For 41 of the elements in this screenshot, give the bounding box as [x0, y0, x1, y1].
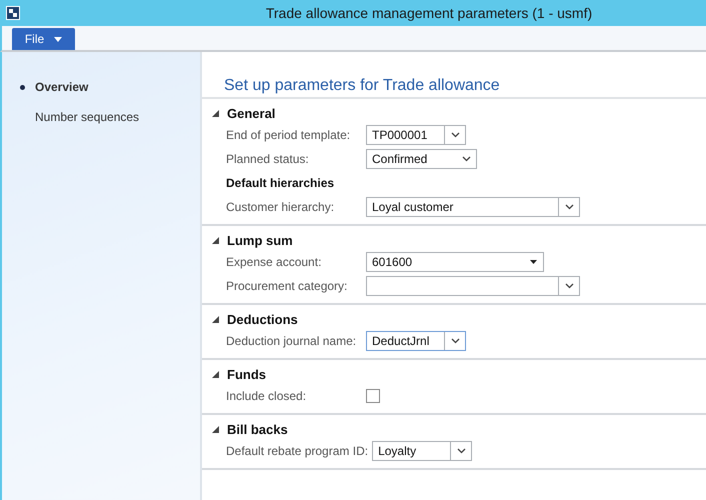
- chevron-down-icon: [450, 338, 460, 344]
- combo-field[interactable]: TP000001: [366, 125, 466, 145]
- collapse-icon[interactable]: [212, 110, 219, 116]
- chevron-down-icon: [450, 132, 460, 138]
- dropdown-field[interactable]: Confirmed: [366, 149, 477, 169]
- collapse-icon[interactable]: [212, 426, 219, 432]
- section-title: Deductions: [227, 312, 298, 326]
- field-label: Procurement category:: [226, 279, 348, 293]
- section-title: Bill backs: [227, 422, 288, 436]
- field-label: Planned status:: [226, 152, 310, 166]
- section-title: Lump sum: [227, 232, 293, 248]
- combo-field[interactable]: DeductJrnl: [366, 331, 466, 351]
- field-label: Expense account:: [226, 255, 322, 269]
- field-label: Include closed:: [226, 389, 308, 403]
- chevron-down-icon: [564, 283, 574, 289]
- field-label: Customer hierarchy:: [226, 200, 336, 214]
- window-title: Trade allowance management parameters (1 - usmf): [264, 5, 594, 21]
- combo-field[interactable]: Loyal customer: [366, 197, 580, 217]
- field-label: Deduction journal name:: [226, 334, 358, 348]
- combo-field[interactable]: Loyalty: [372, 441, 472, 461]
- collapse-icon[interactable]: [212, 236, 219, 244]
- section-title: Funds: [227, 366, 266, 382]
- section-title: General: [227, 106, 276, 120]
- lookup-field[interactable]: 601600: [366, 252, 544, 272]
- sidebar-item[interactable]: Number sequences: [2, 102, 200, 132]
- subheading: Default hierarchies: [226, 176, 334, 190]
- collapse-icon[interactable]: [212, 370, 219, 378]
- page-title: Set up parameters for Trade allowance: [202, 52, 706, 99]
- chevron-down-icon: [462, 156, 470, 162]
- app-icon: [6, 6, 20, 20]
- caret-icon: [54, 36, 62, 42]
- chevron-down-icon: [564, 204, 574, 210]
- file-menu-button[interactable]: File: [12, 28, 75, 50]
- dropdown-arrow-icon: [530, 260, 536, 264]
- sidebar-item[interactable]: Overview: [2, 72, 200, 102]
- combo-field[interactable]: [366, 276, 580, 296]
- collapse-icon[interactable]: [212, 316, 219, 322]
- checkbox[interactable]: [366, 389, 380, 403]
- field-label: End of period template:: [226, 128, 352, 142]
- field-label: Default rebate program ID:: [226, 444, 370, 458]
- chevron-down-icon: [456, 448, 466, 454]
